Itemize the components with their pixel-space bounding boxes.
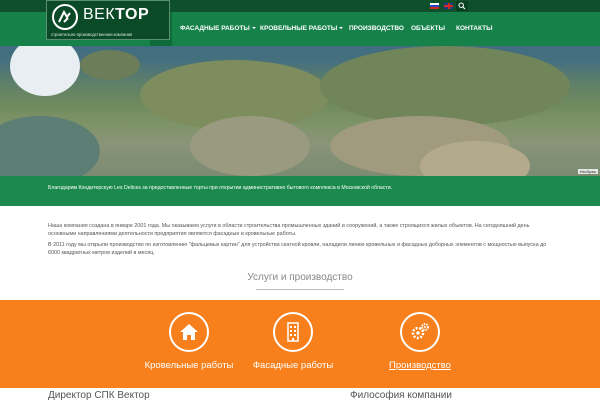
logo[interactable]: ВЕКТОР строительно-производственная комп… [46, 0, 170, 40]
nav-objects[interactable]: ОБЪЕКТЫ [405, 12, 451, 46]
search-icon [458, 2, 466, 10]
map-credit: Изображ [577, 169, 598, 174]
search-button[interactable] [456, 1, 468, 11]
nav-roofing-works[interactable]: КРОВЕЛЬНЫЕ РАБОТЫ [254, 12, 349, 46]
intro-text: Наша компания создана в январе 2001 года… [48, 222, 558, 260]
service-facade[interactable]: Фасадные работы [228, 300, 358, 388]
service-icon-circle [400, 312, 440, 352]
logo-tagline: строительно-производственная компания [51, 32, 133, 37]
caption-text: Благодарим Кондитерскую Les Delices за п… [48, 185, 393, 191]
hero-caption: Благодарим Кондитерскую Les Delices за п… [0, 176, 600, 206]
nav-production[interactable]: ПРОИЗВОДСТВО [343, 12, 410, 46]
section-title: Услуги и производство [247, 272, 353, 283]
building-icon [287, 322, 299, 342]
director-heading: Директор СПК Вектор [48, 390, 150, 400]
intro-paragraph: В 2011 году мы открыли производство по и… [48, 241, 547, 257]
service-production[interactable]: Производство [355, 300, 485, 388]
service-icon-circle [273, 312, 313, 352]
nav-contacts[interactable]: КОНТАКТЫ [450, 12, 498, 46]
intro-paragraph: Наша компания создана в январе 2001 года… [48, 223, 530, 238]
hero-satellite-map: Изображ [0, 46, 600, 176]
service-label: Фасадные работы [252, 360, 334, 371]
logo-name: ВЕКТОР [83, 6, 150, 23]
service-label: Производство [389, 360, 451, 371]
services-band: Кровельные работы Фасадные работы Произв… [0, 300, 600, 388]
en-flag-icon[interactable] [444, 3, 453, 9]
logo-mark-icon [52, 4, 78, 30]
home-icon [180, 324, 198, 340]
nav-facade-works[interactable]: ФАСАДНЫЕ РАБОТЫ [174, 12, 262, 46]
gears-icon [411, 323, 429, 340]
philosophy-heading: Философия компании [350, 390, 452, 400]
section-divider [256, 289, 344, 290]
ru-flag-icon[interactable] [430, 3, 439, 9]
service-icon-circle [169, 312, 209, 352]
